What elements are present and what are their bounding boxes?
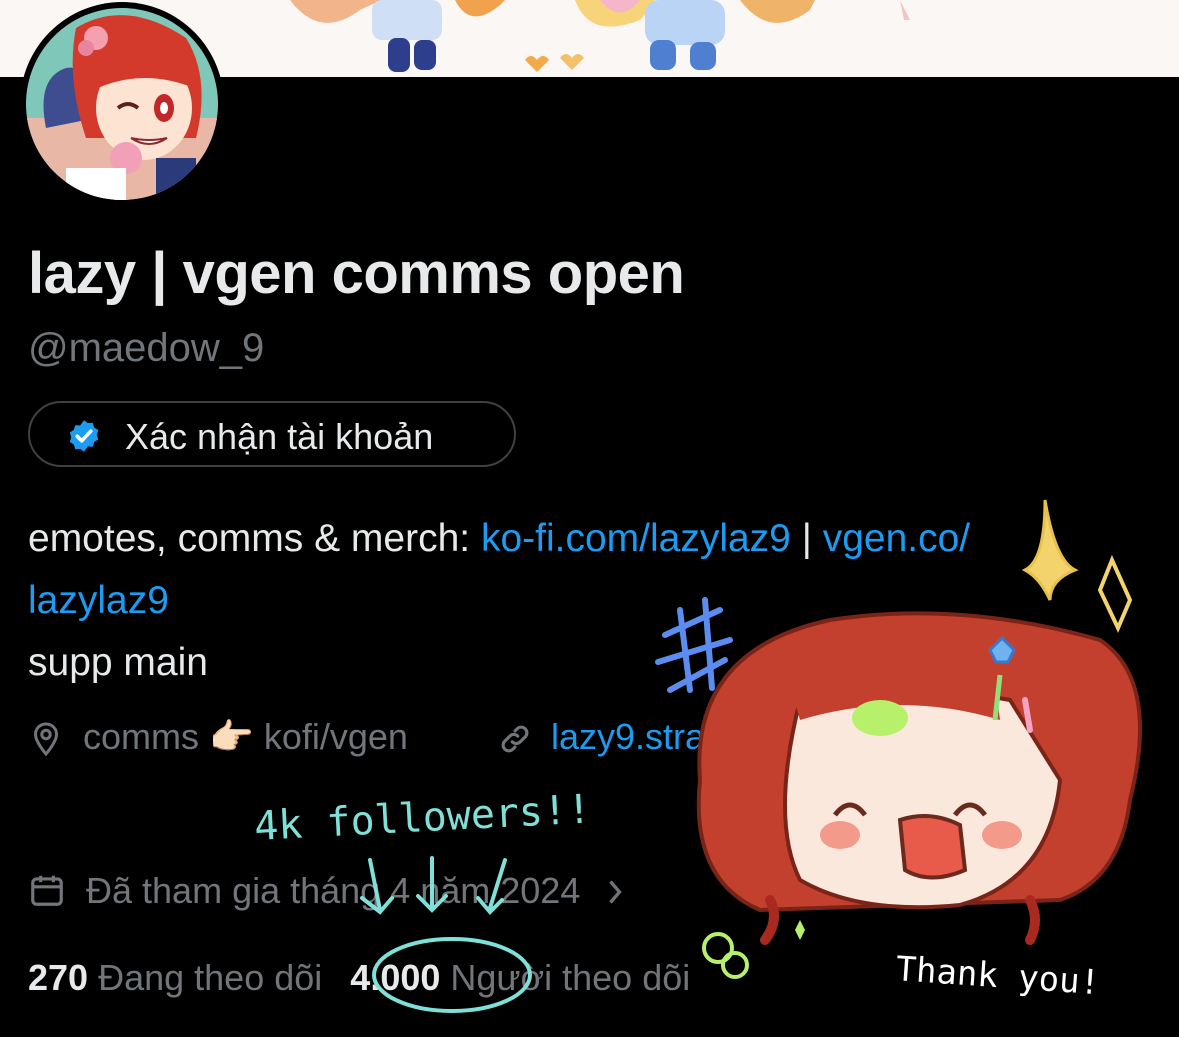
follow-stats: 270 Đang theo dõi 4.000 Người theo dõi <box>28 957 690 999</box>
vgen-link-continued[interactable]: lazylaz9 <box>28 579 169 622</box>
profile-bio: emotes, comms & merch: ko-fi.com/lazylaz… <box>28 508 1168 694</box>
website-link[interactable]: lazy9.stra <box>551 716 705 758</box>
bio-separator: | <box>790 517 823 560</box>
following-count: 270 <box>28 957 89 998</box>
calendar-icon <box>31 875 63 906</box>
verified-badge-icon <box>69 420 99 452</box>
bio-text: emotes, comms & merch: <box>28 517 481 560</box>
join-date-text: Đã tham gia tháng 4 năm 2024 <box>86 870 581 911</box>
followers-stat[interactable]: 4.000 Người theo dõi <box>350 957 690 998</box>
kofi-link[interactable]: ko-fi.com/lazylaz9 <box>481 517 791 560</box>
display-name: lazy | vgen comms open <box>28 241 685 306</box>
avatar[interactable] <box>20 2 224 206</box>
following-label: Đang theo dõi <box>98 957 323 998</box>
followers-count: 4.000 <box>350 957 441 998</box>
chevron-right-icon <box>609 880 623 904</box>
followers-label: Người theo dõi <box>450 957 691 998</box>
link-icon <box>501 725 529 753</box>
bio-line-supp: supp main <box>28 641 208 684</box>
verify-account-button[interactable]: Xác nhận tài khoản <box>28 401 516 467</box>
annotation-4k-followers: 4k followers!! <box>253 786 592 850</box>
location-pin-icon <box>33 722 59 757</box>
verify-account-label: Xác nhận tài khoản <box>125 416 434 457</box>
following-stat[interactable]: 270 Đang theo dõi <box>28 957 322 998</box>
annotation-thank-you: Thank you! <box>894 949 1101 1003</box>
location-text: comms 👉🏻 kofi/vgen <box>83 716 408 757</box>
avatar-image <box>26 8 218 200</box>
vgen-link[interactable]: vgen.co/ <box>823 517 970 560</box>
join-date[interactable]: Đã tham gia tháng 4 năm 2024 <box>28 870 626 912</box>
username-handle: @maedow_9 <box>28 326 265 370</box>
